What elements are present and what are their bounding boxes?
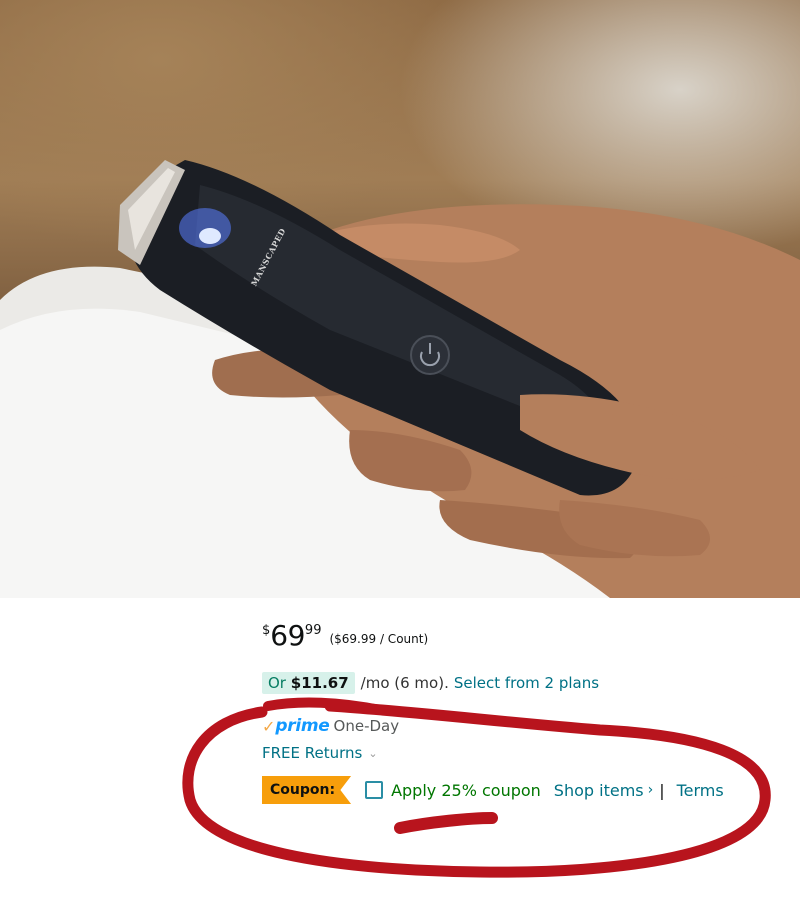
price-whole: 69 [270,619,305,652]
price-per-unit: ($69.99 / Count) [329,632,429,646]
product-illustration [0,160,800,598]
apply-coupon-checkbox[interactable] [365,781,384,799]
product-image[interactable]: MANSCAPED [0,0,800,598]
installment-highlight: Or $11.67 [262,672,355,694]
link-separator: | [659,780,665,800]
installment-term: /mo (6 mo). [360,674,449,692]
coupon-row: Coupon: Apply 25% coupon Shop items › | … [262,776,724,804]
shop-items-link[interactable]: Shop items [554,781,644,800]
prime-badge[interactable]: ✓ prime One-Day [262,716,399,736]
free-returns-label: FREE Returns [262,744,363,762]
price-currency-symbol: $ [262,623,271,638]
coupon-terms-link[interactable]: Terms [677,781,724,800]
installment-prefix: Or [268,674,286,692]
coupon-badge: Coupon: [262,776,352,804]
select-plans-link[interactable]: Select from 2 plans [454,674,599,692]
prime-check-icon: ✓ [262,716,276,736]
apply-coupon-label[interactable]: Apply 25% coupon [391,781,541,800]
price-block: $ 69 99 ($69.99 / Count) [262,620,428,652]
installment-amount: $11.67 [290,674,349,692]
installment-row: Or $11.67 /mo (6 mo). Select from 2 plan… [262,672,599,694]
price-fraction: 99 [304,623,322,638]
free-returns-link[interactable]: FREE Returns ⌄ [262,744,378,762]
prime-logo: prime [275,716,330,736]
prime-delivery-speed: One-Day [333,717,400,735]
chevron-right-icon: › [647,782,654,798]
chevron-down-icon: ⌄ [368,746,378,760]
